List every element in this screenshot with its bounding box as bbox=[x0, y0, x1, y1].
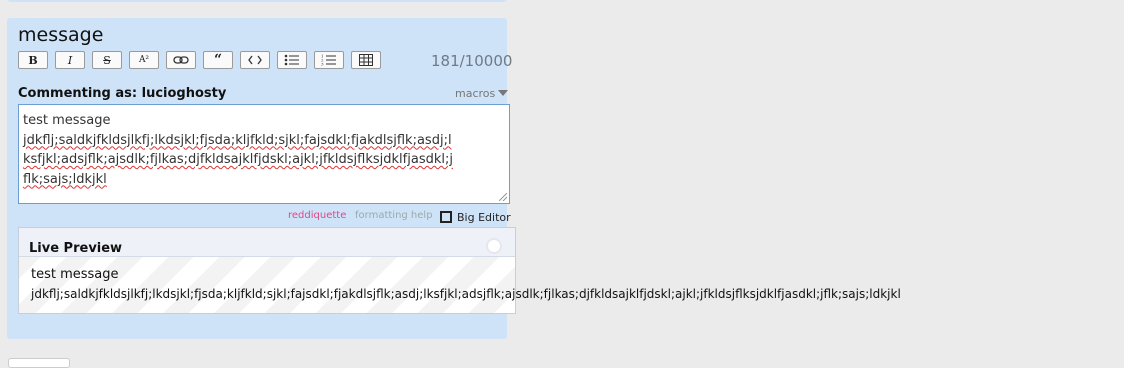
bold-icon: B bbox=[28, 53, 38, 67]
link-icon bbox=[173, 56, 189, 64]
superscript-button[interactable]: A² bbox=[129, 51, 159, 69]
bold-button[interactable]: B bbox=[18, 51, 48, 69]
editor-line: jdkflj;saldkjfkldsjlkfj;lkdsjkl;fjsda;kl… bbox=[23, 132, 452, 148]
strikethrough-button[interactable]: S bbox=[92, 51, 122, 69]
link-button[interactable] bbox=[166, 51, 196, 69]
superscript-icon: A² bbox=[138, 55, 150, 65]
macros-dropdown[interactable]: macros bbox=[455, 87, 509, 100]
editor-line: ksfjkl;adsjflk;ajsdlk;fjlkas;djfkldsajkl… bbox=[23, 152, 453, 167]
bullet-list-icon bbox=[284, 54, 299, 66]
expand-icon bbox=[440, 211, 452, 223]
commenting-as-label: Commenting as: lucioghosty bbox=[18, 86, 227, 101]
code-icon bbox=[248, 55, 262, 65]
table-icon bbox=[359, 54, 373, 66]
preview-text-line: jdkflj;saldkjfkldsjlkfj;lkdsjkl;fjsda;kl… bbox=[31, 287, 901, 301]
character-counter: 181/10000 bbox=[431, 52, 513, 70]
chevron-down-icon bbox=[498, 90, 509, 96]
table-button[interactable] bbox=[351, 51, 381, 69]
numbered-list-button[interactable]: 123 bbox=[314, 51, 344, 69]
quote-icon: “ bbox=[213, 52, 223, 68]
svg-text:3: 3 bbox=[321, 62, 324, 67]
formatting-help-link[interactable]: formatting help bbox=[355, 210, 433, 221]
resize-handle[interactable] bbox=[499, 193, 507, 201]
message-textarea[interactable]: test message jdkflj;saldkjfkldsjlkfj;lkd… bbox=[18, 104, 510, 204]
italic-button[interactable]: I bbox=[55, 51, 85, 69]
big-editor-button[interactable]: Big Editor bbox=[440, 211, 511, 224]
gear-icon[interactable] bbox=[488, 240, 500, 252]
live-preview-title: Live Preview bbox=[29, 241, 123, 256]
italic-icon: I bbox=[67, 53, 73, 67]
editor-line: flk;sajs;ldkjkl bbox=[23, 171, 107, 187]
code-button[interactable] bbox=[240, 51, 270, 69]
macros-label: macros bbox=[455, 87, 496, 100]
field-title: message bbox=[18, 24, 104, 46]
reddiquette-link[interactable]: reddiquette bbox=[288, 210, 346, 221]
bulleted-list-button[interactable] bbox=[277, 51, 307, 69]
submit-button[interactable] bbox=[8, 358, 70, 368]
strikethrough-icon: S bbox=[103, 53, 111, 67]
editor-line: test message bbox=[23, 113, 111, 128]
quote-button[interactable]: “ bbox=[203, 51, 233, 69]
numbered-list-icon: 123 bbox=[321, 54, 336, 67]
preview-text-line: test message bbox=[31, 267, 119, 282]
big-editor-label: Big Editor bbox=[457, 211, 511, 224]
live-preview-panel: Live Preview test message jdkflj;saldkjf… bbox=[18, 227, 901, 314]
previous-panel bbox=[7, 0, 507, 2]
